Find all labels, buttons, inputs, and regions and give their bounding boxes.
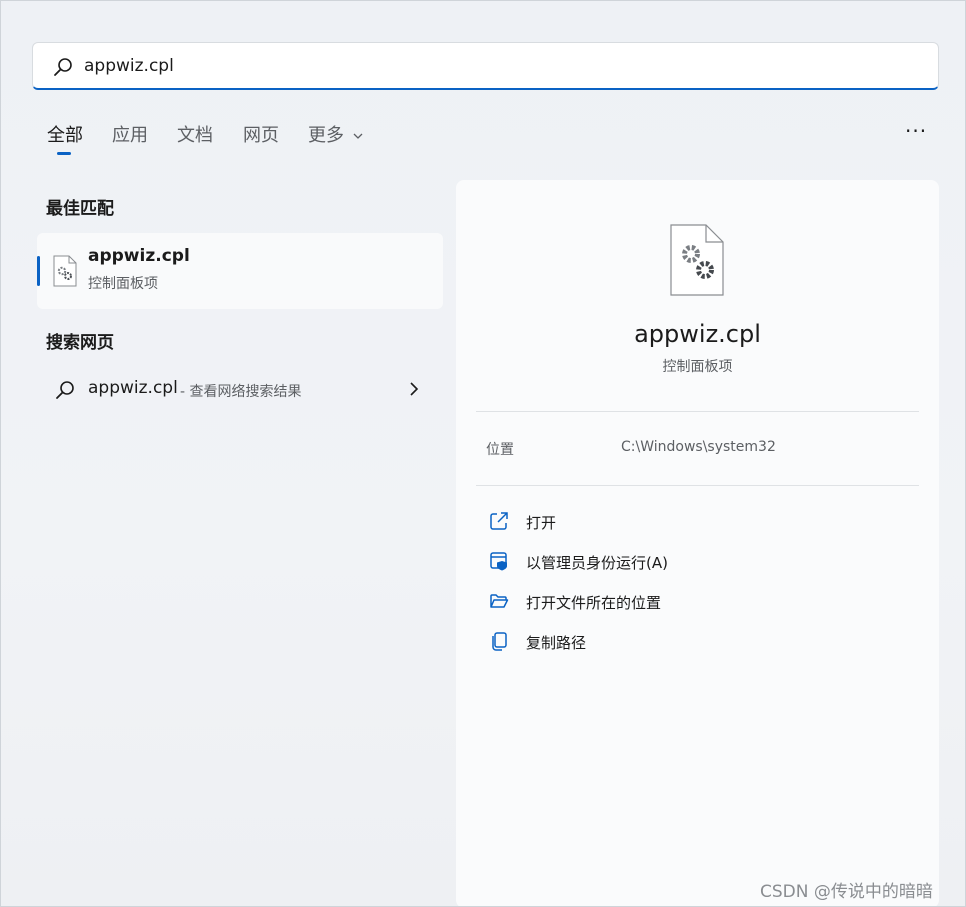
web-search-title: appwiz.cpl [88,378,178,398]
search-icon [54,58,72,76]
detail-panel: appwiz.cpl 控制面板项 位置 C:\Windows\system32 … [456,180,939,906]
best-match-title: appwiz.cpl [88,246,190,266]
divider [476,411,919,412]
open-action-label: 打开 [526,514,557,532]
open-file-location-label: 打开文件所在的位置 [526,594,662,612]
web-search-heading: 搜索网页 [46,333,114,353]
tab-web[interactable]: 网页 [243,121,279,147]
run-as-admin-label: 以管理员身份运行(A) [526,554,668,572]
more-options-button[interactable]: ··· [905,119,927,143]
start-search-window: 全部 应用 文档 网页 更多 ··· 最佳匹配 appwiz.cpl 控制面板项… [0,0,966,907]
run-as-admin-action[interactable]: 以管理员身份运行(A) [486,546,906,576]
search-icon [56,381,74,399]
best-match-subtitle: 控制面板项 [88,276,158,292]
open-action[interactable]: 打开 [486,506,906,536]
web-search-result[interactable]: appwiz.cpl - 查看网络搜索结果 [37,369,443,409]
best-match-heading: 最佳匹配 [46,199,114,219]
location-value: C:\Windows\system32 [621,439,776,455]
open-external-icon [490,512,508,530]
chevron-right-icon [410,382,419,396]
search-box[interactable] [32,42,939,90]
tab-more[interactable]: 更多 [308,121,364,147]
tab-more-label: 更多 [308,125,344,146]
divider [476,485,919,486]
search-input[interactable] [84,51,904,81]
tab-documents[interactable]: 文档 [177,121,213,147]
run-as-admin-icon [490,552,507,571]
copy-path-label: 复制路径 [526,634,587,652]
location-label: 位置 [486,442,514,458]
folder-open-icon [490,594,509,608]
web-search-subtitle: - 查看网络搜索结果 [180,384,302,400]
chevron-down-icon [353,133,363,139]
open-file-location-action[interactable]: 打开文件所在的位置 [486,586,906,616]
detail-type: 控制面板项 [662,359,733,375]
control-panel-file-icon [53,255,77,287]
tab-apps[interactable]: 应用 [112,121,148,147]
copy-path-action[interactable]: 复制路径 [486,626,906,656]
selection-indicator [37,256,40,286]
detail-title: appwiz.cpl [634,320,761,348]
watermark: CSDN @传说中的暗暗 [760,882,933,902]
tab-all[interactable]: 全部 [47,121,83,147]
best-match-result[interactable]: appwiz.cpl 控制面板项 [37,233,443,309]
tab-active-indicator [57,152,71,155]
control-panel-file-icon [670,224,724,296]
copy-icon [492,632,507,651]
